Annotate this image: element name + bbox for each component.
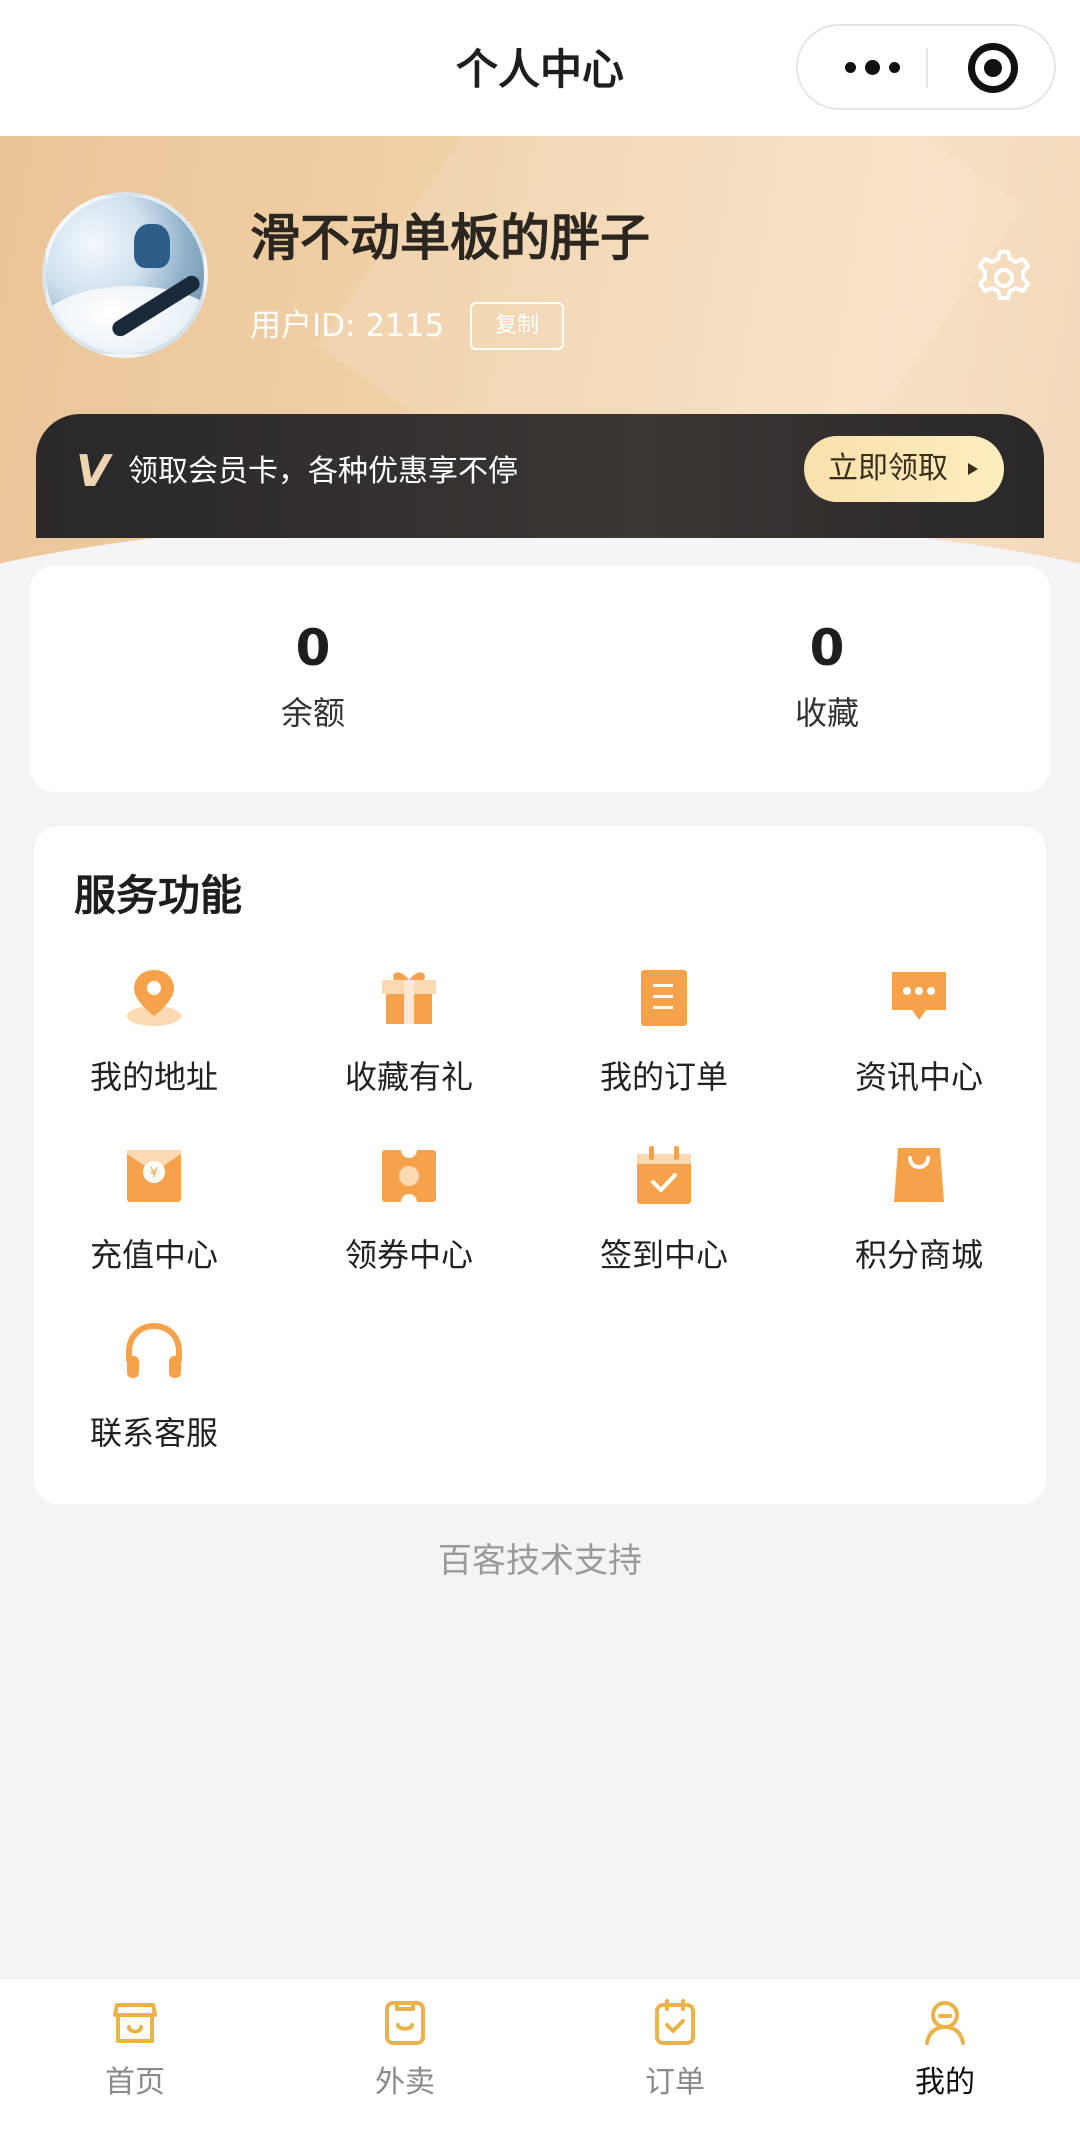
vip-logo-icon: V [76, 446, 111, 497]
tab-label: 订单 [645, 2065, 705, 2100]
member-card-bar[interactable]: V 领取会员卡，各种优惠享不停 立即领取 [36, 414, 1044, 538]
claim-now-label: 立即领取 [828, 451, 948, 486]
gift-icon [382, 972, 436, 1024]
stat-favorites[interactable]: 0 收藏 [677, 616, 977, 738]
profile-icon [925, 2001, 965, 2045]
tab-mine[interactable]: 我的 [845, 1997, 1045, 2105]
bottom-tab-bar: 首页 外卖 订单 我的 [0, 1978, 1080, 2139]
close-target-icon[interactable] [968, 43, 1018, 93]
stats-card: 0 余额 0 收藏 [30, 566, 1050, 792]
tab-label: 首页 [105, 2065, 165, 2100]
svg-text:¥: ¥ [150, 1166, 158, 1181]
service-label: 充值中心 [89, 1236, 218, 1274]
member-promo-text: 领取会员卡，各种优惠享不停 [128, 454, 518, 489]
takeout-icon [385, 2001, 425, 2045]
avatar[interactable] [42, 192, 208, 358]
service-favorite-gift[interactable]: 收藏有礼 [289, 964, 529, 1114]
location-pin-icon [127, 970, 181, 1026]
stat-label: 余额 [280, 694, 345, 732]
service-coupon-center[interactable]: 领券中心 [289, 1142, 529, 1292]
service-label: 资讯中心 [854, 1058, 983, 1096]
tech-support-text: 百客技术支持 [438, 1541, 642, 1581]
capsule-divider [926, 48, 928, 88]
order-icon [655, 1999, 695, 2045]
service-checkin-center[interactable]: 签到中心 [544, 1142, 784, 1292]
service-recharge-center[interactable]: ¥ 充值中心 [34, 1142, 274, 1292]
stat-value: 0 [295, 619, 331, 677]
gear-icon[interactable] [974, 248, 1034, 308]
claim-now-button[interactable]: 立即领取 [804, 436, 1004, 502]
stat-balance[interactable]: 0 余额 [163, 616, 463, 738]
more-options-icon[interactable] [824, 26, 920, 108]
title-bar: 个人中心 [0, 0, 1080, 136]
tab-label: 我的 [915, 2065, 975, 2100]
tab-orders[interactable]: 订单 [575, 1997, 775, 2105]
services-heading: 服务功能 [74, 871, 243, 920]
shopping-bag-icon [894, 1148, 944, 1202]
service-news-center[interactable]: 资讯中心 [799, 964, 1039, 1114]
mini-program-capsule [796, 24, 1056, 110]
tab-label: 外卖 [375, 2065, 435, 2100]
service-label: 签到中心 [599, 1236, 728, 1274]
service-label: 收藏有礼 [344, 1058, 473, 1096]
service-points-mall[interactable]: 积分商城 [799, 1142, 1039, 1292]
user-id: 用户ID: 2115 [250, 308, 445, 344]
order-list-icon [641, 970, 687, 1026]
tab-home[interactable]: 首页 [35, 1997, 235, 2105]
stat-label: 收藏 [794, 694, 859, 732]
calendar-check-icon [637, 1146, 691, 1204]
service-label: 领券中心 [344, 1236, 473, 1274]
recharge-envelope-icon: ¥ [127, 1150, 181, 1202]
service-my-address[interactable]: 我的地址 [34, 964, 274, 1114]
username: 滑不动单板的胖子 [250, 209, 650, 267]
stat-value: 0 [809, 619, 845, 677]
service-label: 积分商城 [854, 1236, 983, 1274]
service-label: 我的订单 [599, 1058, 728, 1096]
headset-icon [126, 1322, 182, 1378]
tab-takeout[interactable]: 外卖 [305, 1997, 505, 2105]
service-my-orders[interactable]: 我的订单 [544, 964, 784, 1114]
service-contact-support[interactable]: 联系客服 [34, 1320, 274, 1470]
play-arrow-icon [968, 463, 978, 475]
message-bubble-icon [892, 972, 946, 1020]
home-store-icon [113, 2003, 157, 2043]
copy-id-button[interactable]: 复制 [470, 302, 564, 350]
coupon-icon [382, 1142, 436, 1208]
service-label: 我的地址 [89, 1058, 218, 1096]
services-card: 服务功能 我的地址 收藏有礼 我的订单 资讯中心 ¥ 充值中心 领券中心 签到中… [34, 826, 1046, 1504]
service-label: 联系客服 [89, 1414, 218, 1452]
